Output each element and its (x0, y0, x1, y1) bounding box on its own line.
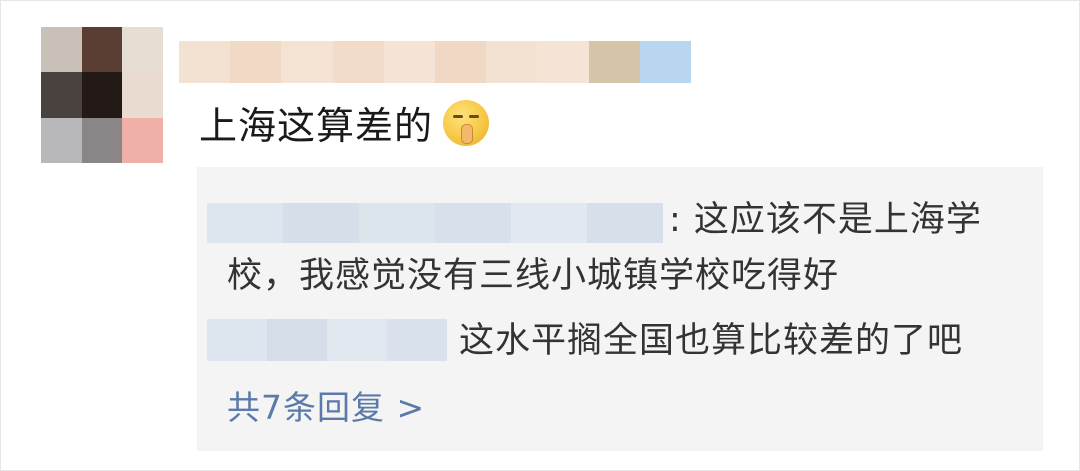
comment-card: 上海这算差的 : 这应该不是上海学 校，我感觉没有三线小城镇学校吃得好 这水平搁… (0, 0, 1080, 471)
reply-username-blurred[interactable] (207, 203, 663, 243)
shushing-face-emoji-icon (443, 99, 490, 146)
reply-1-line-2: 校，我感觉没有三线小城镇学校吃得好 (227, 256, 840, 296)
reply-1-line-1: : 这应该不是上海学 (669, 200, 982, 240)
more-replies-link[interactable]: 共7条回复 > (227, 381, 425, 429)
reply-2-line-1: 这水平搁全国也算比较差的了吧 (459, 321, 964, 361)
reply-username-blurred[interactable] (207, 319, 447, 361)
comment-text: 上海这算差的 (199, 104, 434, 148)
username-blurred[interactable] (179, 41, 692, 83)
replies-panel: : 这应该不是上海学 校，我感觉没有三线小城镇学校吃得好 这水平搁全国也算比较差… (197, 167, 1043, 451)
comment-body: 上海这算差的 (199, 95, 490, 150)
avatar[interactable] (41, 27, 163, 163)
